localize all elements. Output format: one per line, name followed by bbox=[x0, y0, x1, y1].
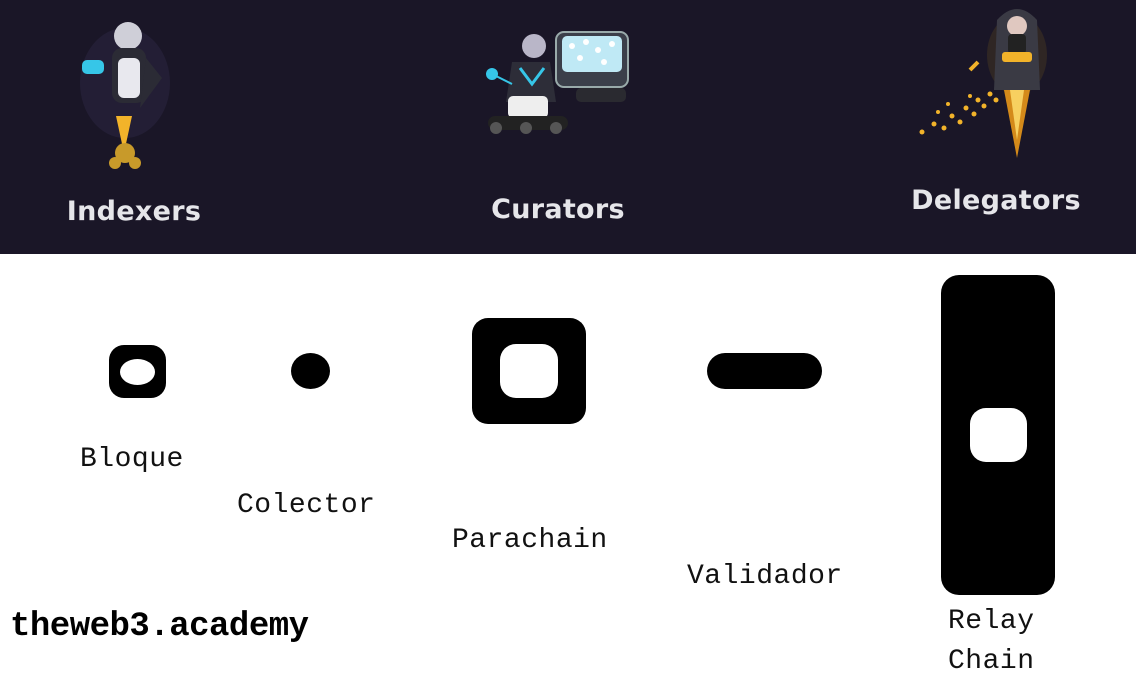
legend-label-validator: Validador bbox=[687, 561, 843, 592]
block-icon bbox=[109, 345, 166, 398]
delegator-illustration-icon bbox=[919, 9, 1047, 158]
legend-label-collator: Colector bbox=[237, 490, 376, 521]
relay-chain-icon bbox=[941, 275, 1055, 595]
brand-watermark: theweb3.academy bbox=[10, 608, 309, 646]
indexer-illustration-icon bbox=[80, 22, 170, 169]
role-label-indexers: Indexers bbox=[66, 196, 202, 227]
collator-icon bbox=[291, 353, 330, 389]
legend-label-parachain: Parachain bbox=[452, 525, 608, 556]
validator-icon bbox=[707, 353, 822, 389]
parachain-icon bbox=[472, 318, 586, 424]
role-label-delegators: Delegators bbox=[911, 185, 1081, 216]
curator-illustration-icon bbox=[486, 31, 629, 134]
legend-label-relay-chain: Relay Chain bbox=[948, 606, 1035, 677]
role-label-curators: Curators bbox=[491, 194, 625, 225]
legend-label-block: Bloque bbox=[80, 444, 184, 475]
